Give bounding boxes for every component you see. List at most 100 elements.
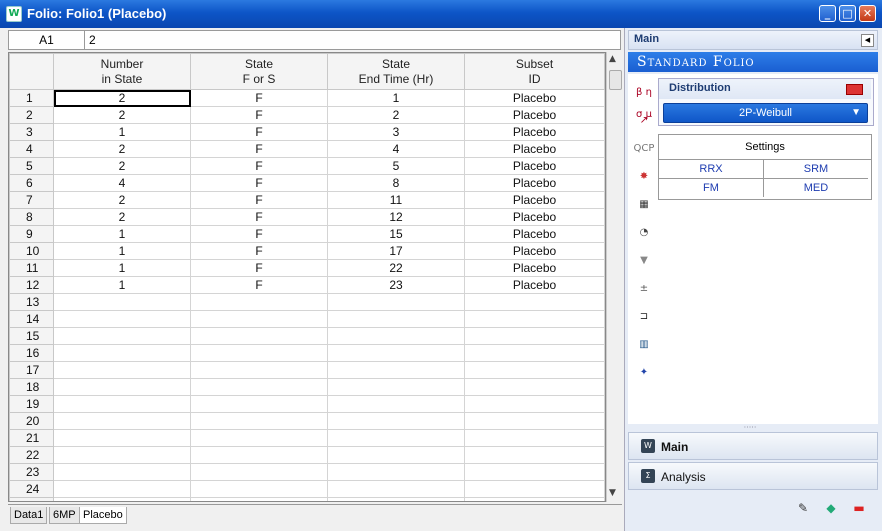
row-header[interactable]: 18 (9, 378, 54, 396)
grid-cell[interactable]: 1 (53, 242, 191, 260)
row-header[interactable]: 4 (9, 140, 54, 158)
run-icon[interactable]: ✦ (633, 362, 655, 384)
grid-cell[interactable] (327, 497, 465, 501)
grid-cell[interactable] (190, 412, 328, 430)
grid-cell[interactable]: 15 (327, 225, 465, 243)
row-header[interactable]: 14 (9, 310, 54, 328)
scroll-up-icon[interactable]: ▲ (609, 54, 616, 64)
grid-cell[interactable]: 1 (53, 123, 191, 141)
grid-cell[interactable]: Placebo (464, 174, 605, 192)
row-header[interactable]: 8 (9, 208, 54, 226)
row-header[interactable]: 13 (9, 293, 54, 311)
grid-cell[interactable] (190, 327, 328, 345)
grid-cell[interactable] (464, 378, 605, 396)
grid-cell[interactable] (190, 378, 328, 396)
grid-cell[interactable]: 2 (53, 106, 191, 124)
grid-tool-icon[interactable]: ▦ (633, 194, 655, 216)
grid-cell[interactable]: 12 (327, 208, 465, 226)
grid-cell[interactable] (53, 412, 191, 430)
qcp-icon[interactable]: QCP (633, 138, 655, 160)
grid-cell[interactable] (53, 463, 191, 481)
grid-cell[interactable] (190, 361, 328, 379)
user-edit-icon[interactable]: ✎ (792, 498, 814, 518)
scroll-thumb[interactable] (609, 70, 622, 90)
setting-srm[interactable]: SRM (764, 160, 868, 179)
grid-cell[interactable]: F (190, 276, 328, 294)
report-icon[interactable]: ▥ (633, 334, 655, 356)
grid-cell[interactable] (327, 446, 465, 464)
grid-cell[interactable]: Placebo (464, 157, 605, 175)
grid-cell[interactable]: Placebo (464, 123, 605, 141)
scroll-down-icon[interactable]: ▼ (609, 488, 616, 498)
grid-cell[interactable] (464, 412, 605, 430)
grid-cell[interactable] (190, 480, 328, 498)
grid-cell[interactable]: 22 (327, 259, 465, 277)
grid-cell[interactable]: 1 (53, 225, 191, 243)
grid-cell[interactable]: 2 (53, 191, 191, 209)
grid-cell[interactable]: 3 (327, 123, 465, 141)
grid-cell[interactable]: 8 (327, 174, 465, 192)
grid-cell[interactable]: Placebo (464, 225, 605, 243)
setting-rrx[interactable]: RRX (659, 160, 764, 179)
transfer-icon[interactable]: ⊐ (633, 306, 655, 328)
row-header[interactable]: 9 (9, 225, 54, 243)
grid-cell[interactable] (53, 344, 191, 362)
row-header[interactable]: 6 (9, 174, 54, 192)
diamond-icon[interactable]: ◆ (820, 498, 842, 518)
row-header[interactable]: 3 (9, 123, 54, 141)
grid-cell[interactable] (190, 446, 328, 464)
grid-cell[interactable] (327, 378, 465, 396)
row-header[interactable]: 5 (9, 157, 54, 175)
minimize-button[interactable]: _ (819, 5, 836, 22)
row-header[interactable]: 19 (9, 395, 54, 413)
grid-cell[interactable]: Placebo (464, 259, 605, 277)
splitter-grip[interactable]: ····· (735, 424, 765, 432)
grid-cell[interactable] (327, 310, 465, 328)
grid-cell[interactable] (464, 463, 605, 481)
grid-cell[interactable] (190, 293, 328, 311)
row-header[interactable]: 25 (9, 497, 54, 501)
row-header[interactable]: 7 (9, 191, 54, 209)
grid-cell[interactable]: 1 (53, 259, 191, 277)
grid-cell[interactable]: Placebo (464, 191, 605, 209)
row-header[interactable]: 21 (9, 429, 54, 447)
grid-cell[interactable] (190, 497, 328, 501)
grid-cell[interactable] (327, 327, 465, 345)
column-header-subset-id[interactable]: Subset ID (464, 53, 605, 90)
grid-cell[interactable] (327, 395, 465, 413)
tab-6mp[interactable]: 6MP (49, 507, 80, 524)
grid-cell[interactable] (464, 293, 605, 311)
grid-cell[interactable] (327, 429, 465, 447)
grid-cell[interactable] (53, 429, 191, 447)
grid-cell[interactable] (327, 361, 465, 379)
cell-reference-box[interactable]: A1 (9, 31, 85, 49)
row-header[interactable]: 20 (9, 412, 54, 430)
cell-value-input[interactable]: 2 (89, 31, 96, 49)
grid-cell[interactable] (190, 310, 328, 328)
grid-cell[interactable]: F (190, 157, 328, 175)
grid-cell[interactable] (53, 378, 191, 396)
setting-fm[interactable]: FM (659, 179, 764, 197)
grid-cell[interactable]: Placebo (464, 140, 605, 158)
row-header[interactable]: 23 (9, 463, 54, 481)
grid-cell[interactable] (53, 327, 191, 345)
distribution-select[interactable]: 2P-Weibull ▼ (663, 103, 868, 123)
grid-cell[interactable]: Placebo (464, 89, 605, 107)
grid-cell[interactable]: F (190, 140, 328, 158)
grid-cell[interactable] (53, 446, 191, 464)
grid-cell[interactable]: Placebo (464, 276, 605, 294)
corner-cell[interactable] (9, 53, 54, 90)
grid-cell[interactable]: 5 (327, 157, 465, 175)
grid-cell[interactable] (53, 480, 191, 498)
grid-cell[interactable] (190, 344, 328, 362)
tab-placebo[interactable]: Placebo (79, 507, 127, 524)
flag-red-icon[interactable]: ▬ (848, 498, 870, 518)
grid-cell[interactable]: 23 (327, 276, 465, 294)
grid-cell[interactable]: F (190, 174, 328, 192)
grid-cell[interactable] (53, 293, 191, 311)
grid-cell[interactable] (327, 344, 465, 362)
grid-cell[interactable]: 2 (327, 106, 465, 124)
grid-cell[interactable] (53, 497, 191, 501)
grid-cell[interactable]: 1 (53, 276, 191, 294)
grid-cell[interactable] (53, 361, 191, 379)
